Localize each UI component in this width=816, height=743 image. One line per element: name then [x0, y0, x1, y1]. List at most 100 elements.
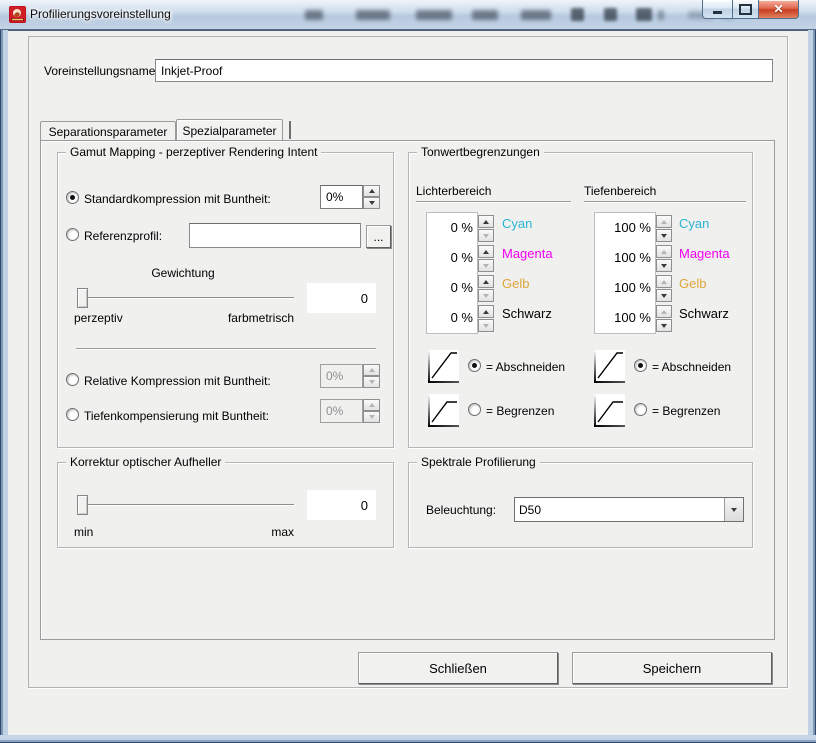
standard-compression-value[interactable]: 0%: [320, 185, 363, 209]
highlights-clip-radio[interactable]: [468, 359, 481, 372]
preset-name-label: Voreinstellungsname:: [44, 64, 159, 78]
standard-compression-spin-up[interactable]: [363, 185, 380, 197]
spectral-profiling-group: Spektrale Profilierung Beleuchtung: D50: [408, 462, 753, 548]
group-separator: [76, 348, 376, 350]
relative-compression-label: Relative Kompression mit Buntheit:: [84, 374, 271, 388]
maximize-icon: [739, 4, 752, 15]
close-window-button[interactable]: ✕: [759, 0, 799, 19]
brightener-slider-track[interactable]: [79, 504, 294, 506]
brightener-group-title: Korrektur optischer Aufheller: [66, 455, 225, 469]
spin-down-button[interactable]: [478, 289, 494, 302]
clip-curve-icon: [428, 350, 459, 383]
shadow-black-value[interactable]: 100 %: [614, 310, 651, 325]
spin-up-button[interactable]: [656, 215, 672, 228]
column-underline: [416, 201, 571, 203]
window-frame-left: [0, 30, 8, 735]
tone-limits-group: Tonwertbegrenzungen Lichterbereich 0 % 0…: [408, 152, 753, 448]
column-underline: [584, 201, 746, 203]
channel-label-black: Schwarz: [502, 306, 552, 321]
spin-down-button[interactable]: [656, 319, 672, 332]
maximize-button[interactable]: [732, 0, 759, 19]
spin-up-button[interactable]: [478, 275, 494, 288]
standard-compression-spin-down[interactable]: [363, 197, 380, 209]
spectral-group-title: Spektrale Profilierung: [417, 455, 540, 469]
shadow-yellow-value[interactable]: 100 %: [614, 280, 651, 295]
clip-curve-icon: [594, 350, 625, 383]
weighting-value[interactable]: 0: [307, 283, 376, 313]
brightener-min-label: min: [74, 525, 93, 539]
tab-spezialparameter[interactable]: Spezialparameter: [176, 119, 283, 141]
spin-down-button[interactable]: [478, 259, 494, 272]
highlight-black-value[interactable]: 0 %: [451, 310, 473, 325]
shadow-cyan-value[interactable]: 100 %: [614, 220, 651, 235]
channel-label-cyan: Cyan: [679, 216, 709, 231]
chevron-down-icon: [731, 508, 737, 512]
dropdown-button[interactable]: [724, 498, 743, 521]
highlight-cyan-value[interactable]: 0 %: [451, 220, 473, 235]
tone-group-title: Tonwertbegrenzungen: [417, 145, 544, 159]
spin-down-button[interactable]: [478, 229, 494, 242]
relative-compression-radio[interactable]: [66, 373, 79, 386]
preset-name-input[interactable]: [155, 59, 773, 82]
channel-label-magenta: Magenta: [679, 246, 730, 261]
relative-compression-spin-down: [363, 376, 380, 388]
illumination-dropdown[interactable]: D50: [514, 497, 744, 522]
spin-down-button[interactable]: [656, 259, 672, 272]
limit-curve-icon: [428, 394, 459, 427]
channel-label-cyan: Cyan: [502, 216, 532, 231]
blackpoint-compensation-value: 0%: [320, 399, 363, 423]
window-frame-bottom: [0, 735, 816, 743]
tab-separationsparameter[interactable]: Separationsparameter: [40, 121, 176, 141]
minimize-button[interactable]: [702, 0, 732, 19]
tab-divider: [289, 121, 291, 139]
reference-profile-input[interactable]: [189, 223, 361, 248]
application-window: Profilierungsvoreinstellung ✕: [0, 0, 816, 743]
blackpoint-compensation-radio[interactable]: [66, 408, 79, 421]
brightener-slider-thumb[interactable]: [77, 495, 88, 515]
close-icon: ✕: [773, 2, 783, 16]
spin-up-button[interactable]: [478, 245, 494, 258]
highlights-values-panel: 0 % 0 % 0 % 0 %: [426, 212, 478, 334]
window-title: Profilierungsvoreinstellung: [30, 7, 171, 21]
highlights-limit-radio[interactable]: [468, 403, 481, 416]
shadow-magenta-value[interactable]: 100 %: [614, 250, 651, 265]
spin-down-button[interactable]: [656, 229, 672, 242]
highlight-yellow-value[interactable]: 0 %: [451, 280, 473, 295]
browse-profile-button[interactable]: ...: [366, 225, 391, 248]
blackpoint-compensation-spin-up: [363, 399, 380, 411]
limit-curve-icon: [594, 394, 625, 427]
highlight-magenta-value[interactable]: 0 %: [451, 250, 473, 265]
shadows-limit-radio[interactable]: [634, 403, 647, 416]
weighting-slider-track[interactable]: [79, 297, 294, 299]
brightener-value[interactable]: 0: [307, 490, 376, 520]
blurred-toolbar-icon: [604, 8, 617, 21]
shadows-values-panel: 100 % 100 % 100 % 100 %: [594, 212, 656, 334]
spin-up-button[interactable]: [478, 215, 494, 228]
spin-down-button[interactable]: [656, 289, 672, 302]
shadows-clip-radio[interactable]: [634, 359, 647, 372]
save-button[interactable]: Speichern: [572, 652, 772, 684]
standard-compression-radio[interactable]: [66, 191, 79, 204]
shadows-limit-label: = Begrenzen: [652, 404, 720, 418]
optical-brightener-group: Korrektur optischer Aufheller 0 min max: [57, 462, 394, 548]
spin-up-button[interactable]: [656, 275, 672, 288]
blurred-toolbar-icon: [571, 8, 584, 21]
minimize-icon: [713, 11, 722, 14]
spin-up-button[interactable]: [656, 245, 672, 258]
app-icon: [9, 6, 26, 23]
reference-profile-radio[interactable]: [66, 228, 79, 241]
titlebar[interactable]: Profilierungsvoreinstellung ✕: [0, 0, 816, 30]
weighting-max-label: farbmetrisch: [214, 311, 294, 325]
spin-down-button[interactable]: [478, 319, 494, 332]
weighting-slider-thumb[interactable]: [77, 288, 88, 308]
blackpoint-compensation-spin-down: [363, 411, 380, 423]
spin-up-button[interactable]: [656, 305, 672, 318]
reference-profile-label: Referenzprofil:: [84, 229, 162, 243]
shadows-clip-label: = Abschneiden: [652, 360, 731, 374]
blackpoint-compensation-label: Tiefenkompensierung mit Buntheit:: [84, 409, 269, 423]
channel-label-yellow: Gelb: [502, 276, 529, 291]
illumination-label: Beleuchtung:: [426, 503, 496, 517]
close-button[interactable]: Schließen: [358, 652, 558, 684]
spin-up-button[interactable]: [478, 305, 494, 318]
highlights-clip-label: = Abschneiden: [486, 360, 565, 374]
